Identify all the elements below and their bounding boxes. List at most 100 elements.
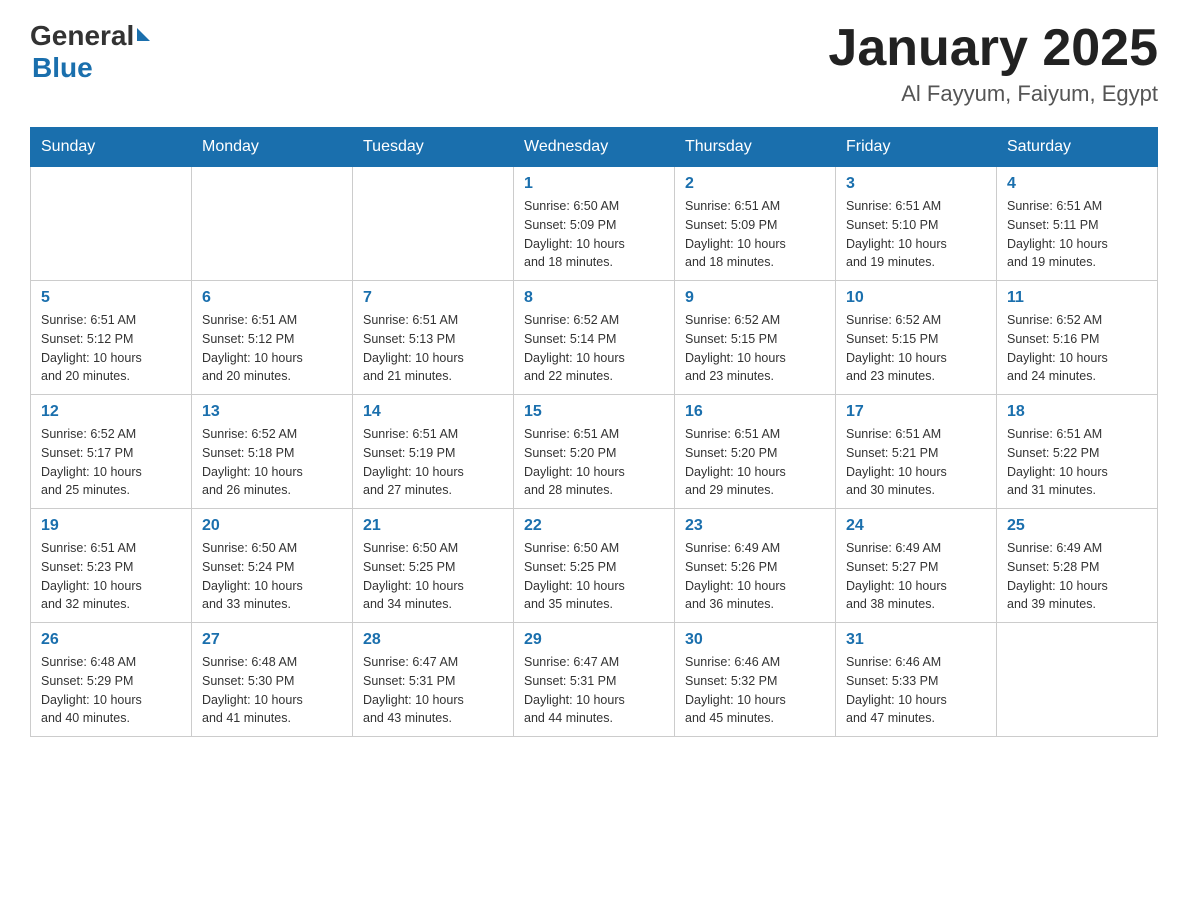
calendar-cell: 25 Sunrise: 6:49 AM Sunset: 5:28 PM Dayli… — [997, 509, 1158, 623]
calendar-cell: 20 Sunrise: 6:50 AM Sunset: 5:24 PM Dayli… — [192, 509, 353, 623]
calendar-week-row: 5 Sunrise: 6:51 AM Sunset: 5:12 PM Daylig… — [31, 281, 1158, 395]
day-number: 23 — [685, 517, 825, 535]
day-info: Sunrise: 6:47 AM Sunset: 5:31 PM Dayligh… — [363, 653, 503, 728]
calendar-cell: 9 Sunrise: 6:52 AM Sunset: 5:15 PM Daylig… — [675, 281, 836, 395]
day-number: 11 — [1007, 289, 1147, 307]
calendar-cell: 4 Sunrise: 6:51 AM Sunset: 5:11 PM Daylig… — [997, 167, 1158, 281]
day-number: 12 — [41, 403, 181, 421]
calendar-header-tuesday: Tuesday — [353, 128, 514, 167]
day-number: 24 — [846, 517, 986, 535]
calendar-header-thursday: Thursday — [675, 128, 836, 167]
day-number: 27 — [202, 631, 342, 649]
day-info: Sunrise: 6:49 AM Sunset: 5:27 PM Dayligh… — [846, 539, 986, 614]
day-number: 17 — [846, 403, 986, 421]
day-number: 13 — [202, 403, 342, 421]
day-info: Sunrise: 6:52 AM Sunset: 5:15 PM Dayligh… — [685, 311, 825, 386]
calendar-cell: 5 Sunrise: 6:51 AM Sunset: 5:12 PM Daylig… — [31, 281, 192, 395]
calendar-cell: 10Sunrise: 6:52 AM Sunset: 5:15 PM Dayli… — [836, 281, 997, 395]
calendar-cell: 15 Sunrise: 6:51 AM Sunset: 5:20 PM Dayli… — [514, 395, 675, 509]
day-info: Sunrise: 6:46 AM Sunset: 5:32 PM Dayligh… — [685, 653, 825, 728]
calendar-cell: 1Sunrise: 6:50 AM Sunset: 5:09 PM Daylig… — [514, 167, 675, 281]
calendar-cell: 6 Sunrise: 6:51 AM Sunset: 5:12 PM Daylig… — [192, 281, 353, 395]
calendar-cell: 22 Sunrise: 6:50 AM Sunset: 5:25 PM Dayli… — [514, 509, 675, 623]
day-info: Sunrise: 6:51 AM Sunset: 5:10 PM Dayligh… — [846, 197, 986, 272]
day-info: Sunrise: 6:51 AM Sunset: 5:12 PM Dayligh… — [202, 311, 342, 386]
calendar-cell: 19Sunrise: 6:51 AM Sunset: 5:23 PM Dayli… — [31, 509, 192, 623]
day-info: Sunrise: 6:51 AM Sunset: 5:20 PM Dayligh… — [685, 425, 825, 500]
day-info: Sunrise: 6:52 AM Sunset: 5:17 PM Dayligh… — [41, 425, 181, 500]
day-number: 9 — [685, 289, 825, 307]
day-number: 20 — [202, 517, 342, 535]
calendar-cell: 18 Sunrise: 6:51 AM Sunset: 5:22 PM Dayli… — [997, 395, 1158, 509]
calendar-cell — [997, 623, 1158, 737]
calendar-header-friday: Friday — [836, 128, 997, 167]
calendar-week-row: 12 Sunrise: 6:52 AM Sunset: 5:17 PM Dayli… — [31, 395, 1158, 509]
day-number: 26 — [41, 631, 181, 649]
calendar-cell: 7Sunrise: 6:51 AM Sunset: 5:13 PM Daylig… — [353, 281, 514, 395]
day-number: 8 — [524, 289, 664, 307]
calendar-cell: 14Sunrise: 6:51 AM Sunset: 5:19 PM Dayli… — [353, 395, 514, 509]
calendar-cell — [192, 167, 353, 281]
day-info: Sunrise: 6:49 AM Sunset: 5:28 PM Dayligh… — [1007, 539, 1147, 614]
day-number: 3 — [846, 175, 986, 193]
calendar-header-sunday: Sunday — [31, 128, 192, 167]
page-header: General Blue January 2025 Al Fayyum, Fai… — [30, 20, 1158, 107]
logo: General Blue — [30, 20, 150, 84]
calendar-header-saturday: Saturday — [997, 128, 1158, 167]
calendar-cell: 23Sunrise: 6:49 AM Sunset: 5:26 PM Dayli… — [675, 509, 836, 623]
day-info: Sunrise: 6:52 AM Sunset: 5:16 PM Dayligh… — [1007, 311, 1147, 386]
day-info: Sunrise: 6:51 AM Sunset: 5:09 PM Dayligh… — [685, 197, 825, 272]
calendar-header-wednesday: Wednesday — [514, 128, 675, 167]
day-info: Sunrise: 6:51 AM Sunset: 5:12 PM Dayligh… — [41, 311, 181, 386]
day-number: 14 — [363, 403, 503, 421]
day-info: Sunrise: 6:52 AM Sunset: 5:14 PM Dayligh… — [524, 311, 664, 386]
title-block: January 2025 Al Fayyum, Faiyum, Egypt — [828, 20, 1158, 107]
day-info: Sunrise: 6:50 AM Sunset: 5:09 PM Dayligh… — [524, 197, 664, 272]
logo-blue-text: Blue — [30, 52, 150, 84]
day-info: Sunrise: 6:50 AM Sunset: 5:24 PM Dayligh… — [202, 539, 342, 614]
calendar-week-row: 19Sunrise: 6:51 AM Sunset: 5:23 PM Dayli… — [31, 509, 1158, 623]
day-number: 19 — [41, 517, 181, 535]
day-number: 16 — [685, 403, 825, 421]
calendar-header-row: SundayMondayTuesdayWednesdayThursdayFrid… — [31, 128, 1158, 167]
day-info: Sunrise: 6:51 AM Sunset: 5:22 PM Dayligh… — [1007, 425, 1147, 500]
calendar-cell: 29Sunrise: 6:47 AM Sunset: 5:31 PM Dayli… — [514, 623, 675, 737]
calendar-cell: 11 Sunrise: 6:52 AM Sunset: 5:16 PM Dayli… — [997, 281, 1158, 395]
calendar-cell: 16 Sunrise: 6:51 AM Sunset: 5:20 PM Dayli… — [675, 395, 836, 509]
calendar-cell: 31Sunrise: 6:46 AM Sunset: 5:33 PM Dayli… — [836, 623, 997, 737]
day-info: Sunrise: 6:48 AM Sunset: 5:30 PM Dayligh… — [202, 653, 342, 728]
day-info: Sunrise: 6:51 AM Sunset: 5:20 PM Dayligh… — [524, 425, 664, 500]
calendar-cell: 21 Sunrise: 6:50 AM Sunset: 5:25 PM Dayli… — [353, 509, 514, 623]
day-info: Sunrise: 6:50 AM Sunset: 5:25 PM Dayligh… — [524, 539, 664, 614]
calendar-cell — [31, 167, 192, 281]
day-number: 18 — [1007, 403, 1147, 421]
calendar-cell: 12 Sunrise: 6:52 AM Sunset: 5:17 PM Dayli… — [31, 395, 192, 509]
day-number: 29 — [524, 631, 664, 649]
day-info: Sunrise: 6:51 AM Sunset: 5:11 PM Dayligh… — [1007, 197, 1147, 272]
month-title: January 2025 — [828, 20, 1158, 77]
day-number: 21 — [363, 517, 503, 535]
logo-arrow-icon — [137, 28, 150, 41]
day-info: Sunrise: 6:50 AM Sunset: 5:25 PM Dayligh… — [363, 539, 503, 614]
day-number: 28 — [363, 631, 503, 649]
day-number: 4 — [1007, 175, 1147, 193]
day-info: Sunrise: 6:51 AM Sunset: 5:21 PM Dayligh… — [846, 425, 986, 500]
day-number: 25 — [1007, 517, 1147, 535]
day-number: 15 — [524, 403, 664, 421]
logo-general-text: General — [30, 20, 134, 52]
calendar-cell: 2Sunrise: 6:51 AM Sunset: 5:09 PM Daylig… — [675, 167, 836, 281]
calendar-cell: 13Sunrise: 6:52 AM Sunset: 5:18 PM Dayli… — [192, 395, 353, 509]
day-number: 22 — [524, 517, 664, 535]
calendar-week-row: 1Sunrise: 6:50 AM Sunset: 5:09 PM Daylig… — [31, 167, 1158, 281]
calendar-week-row: 26Sunrise: 6:48 AM Sunset: 5:29 PM Dayli… — [31, 623, 1158, 737]
calendar-header-monday: Monday — [192, 128, 353, 167]
location-title: Al Fayyum, Faiyum, Egypt — [828, 81, 1158, 107]
day-number: 31 — [846, 631, 986, 649]
day-number: 5 — [41, 289, 181, 307]
calendar-cell: 17 Sunrise: 6:51 AM Sunset: 5:21 PM Dayli… — [836, 395, 997, 509]
calendar-cell: 8 Sunrise: 6:52 AM Sunset: 5:14 PM Daylig… — [514, 281, 675, 395]
day-number: 6 — [202, 289, 342, 307]
day-info: Sunrise: 6:52 AM Sunset: 5:15 PM Dayligh… — [846, 311, 986, 386]
calendar-cell: 24 Sunrise: 6:49 AM Sunset: 5:27 PM Dayli… — [836, 509, 997, 623]
day-info: Sunrise: 6:51 AM Sunset: 5:13 PM Dayligh… — [363, 311, 503, 386]
